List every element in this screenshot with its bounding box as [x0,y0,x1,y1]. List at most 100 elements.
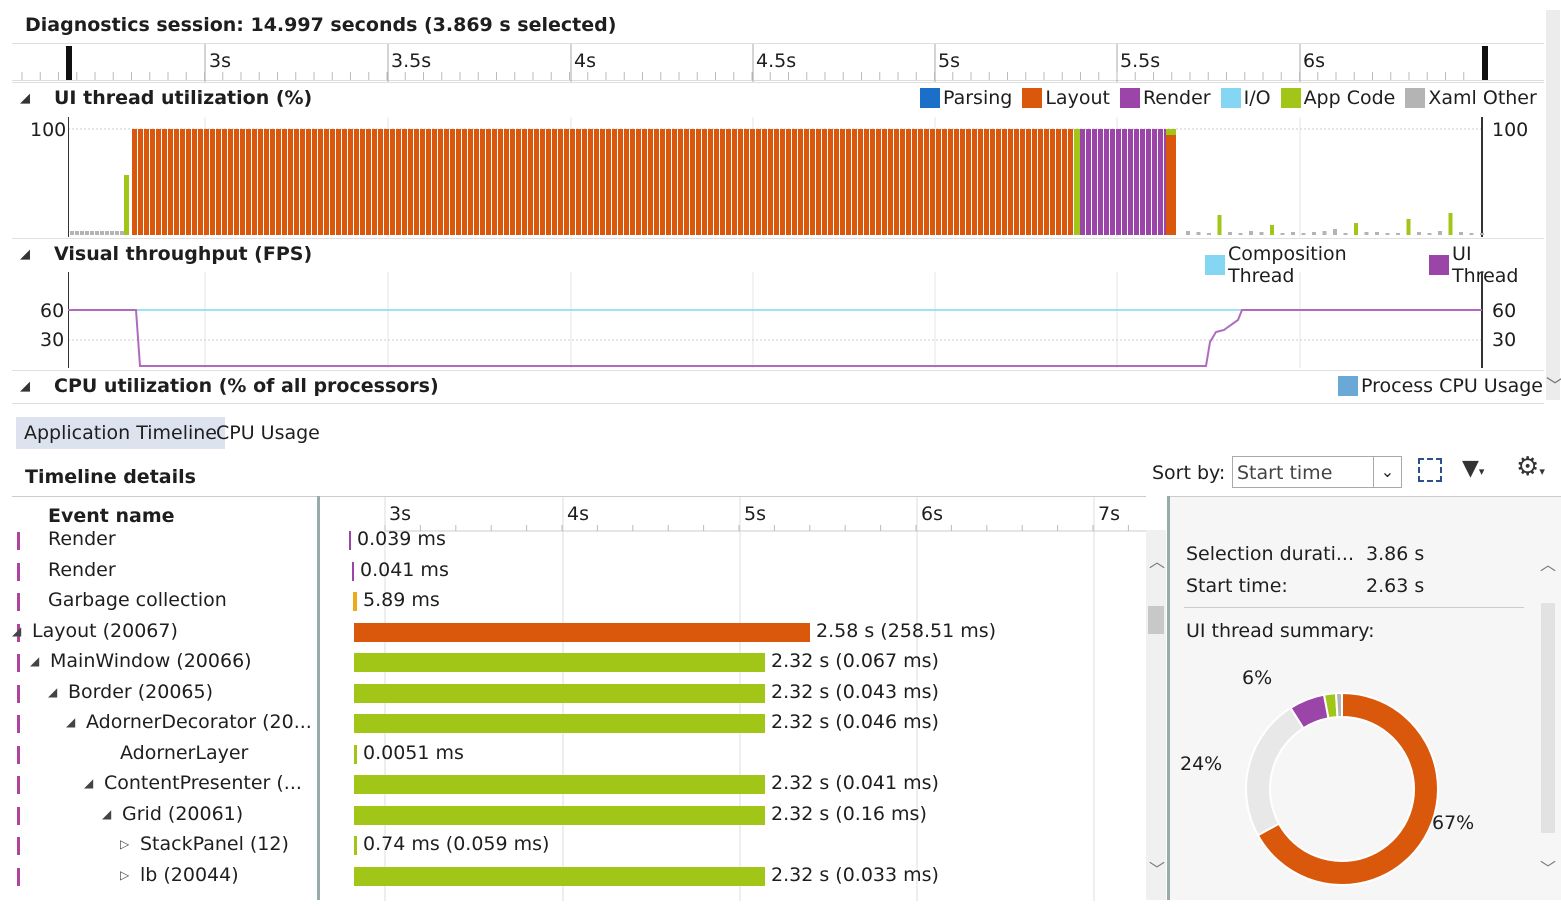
utilization-bar [1008,129,1013,235]
event-name[interactable]: MainWindow (20066) [50,650,252,672]
expand-icon[interactable]: ▷ [120,837,129,851]
collapse-icon[interactable]: ◢ [84,776,93,790]
scroll-thumb[interactable] [1148,606,1164,634]
event-name[interactable]: Render [48,528,116,550]
event-duration: 2.58 s (258.51 ms) [816,619,997,642]
utilization-bar [1050,129,1055,235]
sort-select[interactable]: Start time ⌄ [1232,456,1402,488]
utilization-bar [924,129,929,235]
utilization-bar [888,129,893,235]
utilization-bar [1002,129,1007,235]
y-axis-label: 30 [1492,329,1517,351]
event-bar[interactable] [354,744,357,764]
collapse-icon[interactable]: ◢ [20,247,30,262]
utilization-bar [696,129,701,235]
event-bar[interactable] [354,714,765,733]
ruler-tick-label: 3s [389,503,411,525]
collapse-icon[interactable]: ◢ [102,807,111,821]
event-name[interactable]: ContentPresenter (... [104,772,302,794]
utilization-bar [234,129,239,235]
event-name-header[interactable]: Event name [48,505,175,527]
utilization-bar [156,129,161,235]
top-ruler[interactable]: 3s 3.5s 4s 4.5s 5s 5.5s 6s [12,43,1544,82]
chevron-down-icon[interactable]: ﹀ [1149,856,1165,880]
utilization-bar [960,129,965,235]
event-duration: 0.039 ms [357,528,446,550]
utilization-bar [1375,232,1379,235]
collapse-icon[interactable]: ◢ [20,91,30,106]
event-duration: 2.32 s (0.067 ms) [771,650,939,672]
event-duration: 0.041 ms [360,558,449,581]
collapse-icon[interactable]: ◢ [30,654,39,668]
tab-application-timeline[interactable]: Application Timeline [16,417,225,449]
utilization-bar [1128,129,1133,235]
gear-icon[interactable]: ⚙▾ [1516,452,1545,482]
event-name[interactable]: Border (20065) [68,681,213,703]
event-bar[interactable] [349,531,351,550]
utilization-bar [1166,131,1172,235]
chevron-up-icon[interactable]: ︿ [1149,548,1165,572]
event-duration: 2.32 s (0.043 ms) [771,680,939,703]
utilization-bar [882,129,887,235]
utilization-bar [912,129,917,235]
collapse-icon[interactable]: ◢ [20,379,30,394]
utilization-bar [318,129,323,235]
event-bar[interactable] [354,866,765,886]
details-scrollbar[interactable]: ︿ ﹀ [1146,530,1166,900]
visual-throughput-section-header[interactable]: ◢ Visual throughput (FPS) Composition Th… [12,238,1544,287]
utilization-bar [1270,225,1274,235]
utilization-bar [1448,213,1453,235]
event-name[interactable]: Garbage collection [48,589,227,611]
collapse-icon[interactable]: ◢ [12,624,21,638]
expand-icon[interactable]: ▷ [120,868,129,882]
collapse-icon[interactable]: ◢ [48,685,57,699]
event-name[interactable]: StackPanel (12) [140,833,289,855]
cpu-utilization-section-header[interactable]: ◢ CPU utilization (% of all processors) … [12,370,1544,404]
event-bar[interactable] [354,622,810,642]
event-name[interactable]: AdornerDecorator (20... [86,711,312,733]
utilization-bar [348,129,353,235]
event-bar[interactable] [354,836,357,855]
utilization-bar [534,129,539,235]
scroll-thumb[interactable] [1541,603,1555,833]
event-name[interactable]: AdornerLayer [120,742,248,764]
event-name[interactable]: lb (20044) [140,864,239,886]
event-bar[interactable] [353,592,357,611]
event-bar[interactable] [354,775,765,794]
utilization-bar [450,129,455,235]
chevron-down-icon[interactable]: ﹀ [1546,372,1561,398]
ui-thread-legend: Parsing Layout Render I/O App Code Xaml … [920,87,1537,109]
filter-icon[interactable]: ▼▾ [1462,456,1484,481]
zoom-to-selection-icon[interactable] [1418,458,1442,482]
utilization-bar [822,129,827,235]
event-name[interactable]: Layout (20067) [32,620,178,642]
ui-thread-section-header[interactable]: ◢ UI thread utilization (%) Parsing Layo… [12,82,1544,116]
utilization-bar [900,129,905,235]
event-name[interactable]: Render [48,559,116,581]
utilization-bar [1038,129,1043,235]
tab-cpu-usage[interactable]: CPU Usage [208,417,328,449]
collapse-icon[interactable]: ◢ [66,715,75,729]
summary-scrollbar[interactable]: ︿ ﹀ [1538,533,1558,893]
utilization-bar [726,129,731,235]
chevron-up-icon[interactable]: ︿ [1540,551,1556,575]
chevron-down-icon[interactable]: ﹀ [1540,855,1556,879]
utilization-bar [648,129,653,235]
event-duration: 2.32 s (0.046 ms) [771,711,939,733]
legend-swatch [1119,88,1140,108]
event-bar[interactable] [354,683,765,703]
event-bar[interactable] [354,653,765,672]
utilization-bar [408,129,413,235]
utilization-bar [780,129,785,235]
ui-thread-chart[interactable] [68,117,1484,237]
fps-chart[interactable] [68,272,1484,368]
event-bar[interactable] [352,561,354,581]
utilization-bar [1259,232,1264,235]
ui-thread-summary-label: UI thread summary: [1186,620,1375,642]
utilization-bar [522,129,527,235]
event-name[interactable]: Grid (20061) [122,803,243,825]
upper-scrollbar-track[interactable] [1546,10,1560,400]
row-marker [17,593,20,611]
event-bar[interactable] [354,805,765,825]
utilization-bar [282,129,287,235]
